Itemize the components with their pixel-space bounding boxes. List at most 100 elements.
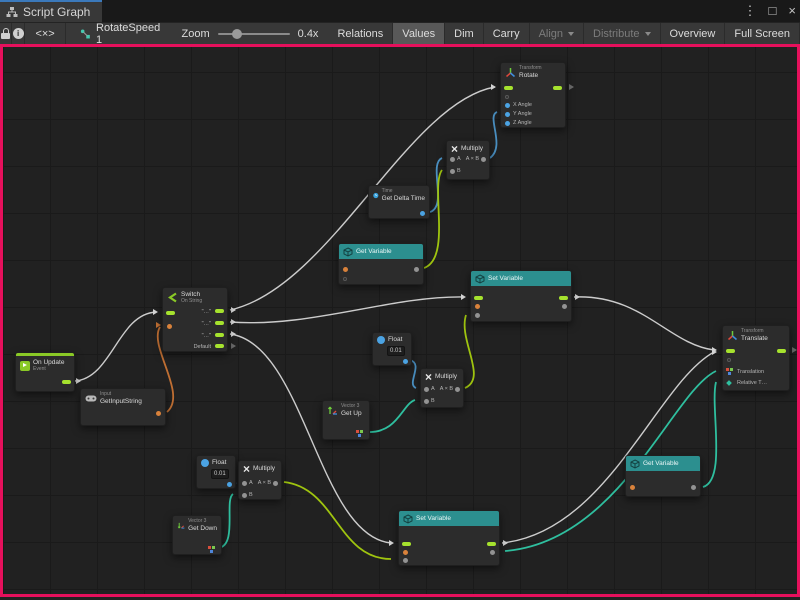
flow-input-port[interactable]: [166, 311, 175, 315]
toolbar-button-relations[interactable]: Relations: [328, 23, 393, 44]
node-vector3-get-up[interactable]: Vector 3 Get Up: [322, 400, 370, 440]
float-output-port[interactable]: [420, 211, 425, 216]
value-output-port[interactable]: [490, 550, 495, 555]
node-set-variable-mid[interactable]: Set Variable: [470, 270, 572, 322]
flow-output-port[interactable]: [62, 380, 71, 384]
default-output-port[interactable]: [215, 344, 224, 348]
toolbar-button-fullscreen[interactable]: Full Screen: [725, 23, 800, 44]
zoom-to-fit-button[interactable]: <×>: [25, 23, 66, 44]
flow-output-port[interactable]: [777, 349, 786, 353]
flow-output-port[interactable]: [559, 296, 568, 300]
value-input-port[interactable]: [403, 558, 408, 563]
vector3-output-port[interactable]: [208, 546, 217, 553]
value-output-port[interactable]: [562, 304, 567, 309]
name-input-port[interactable]: [630, 485, 635, 490]
node-float-bottom[interactable]: Float 0.01: [196, 455, 236, 489]
input-a-port[interactable]: [242, 481, 247, 486]
toolbar-button-carry[interactable]: Carry: [484, 23, 530, 44]
node-transform-rotate[interactable]: Transform Rotate X Angle Y Angle Z Angle: [500, 62, 566, 128]
wire-getup-multiply: [366, 400, 415, 432]
flow-input-port[interactable]: [474, 296, 483, 300]
node-transform-translate[interactable]: Transform Translate Translation Relative…: [722, 325, 790, 391]
cube-icon: [403, 514, 413, 524]
result-output-port[interactable]: [273, 481, 278, 486]
flow-input-port[interactable]: [726, 349, 735, 353]
cube-icon: [630, 459, 640, 469]
value-output-port[interactable]: [414, 267, 419, 272]
name-input-port[interactable]: [343, 267, 348, 272]
value-output-port[interactable]: [691, 485, 696, 490]
float-output-port[interactable]: [403, 359, 408, 364]
wire-setvariable-bottom-translate: [502, 352, 714, 543]
tab-bar: Script Graph ⋮ □ ×: [0, 0, 800, 22]
node-switch-on-string[interactable]: Switch On String "…" "…" "…" Default: [162, 287, 228, 352]
node-multiply-top[interactable]: × Multiply A B A × B: [446, 140, 490, 180]
result-output-port[interactable]: [481, 157, 486, 162]
node-multiply-mid[interactable]: × Multiply A B A × B: [420, 368, 464, 408]
flow-output-port[interactable]: [487, 542, 496, 546]
flow-input-port[interactable]: [402, 542, 411, 546]
tab-script-graph[interactable]: Script Graph: [0, 0, 102, 22]
z-angle-port[interactable]: [505, 121, 510, 126]
orange-arrowhead: [156, 322, 161, 328]
toolbar-button-align[interactable]: Align: [530, 23, 584, 44]
translation-port-icon[interactable]: [726, 368, 735, 375]
result-output-port[interactable]: [455, 387, 460, 392]
node-get-delta-time[interactable]: Time Get Delta Time: [368, 185, 430, 219]
zoom-slider[interactable]: [218, 33, 290, 35]
case-output-port[interactable]: [215, 321, 224, 325]
inspect-button[interactable]: [12, 23, 24, 44]
input-b-port[interactable]: [242, 493, 247, 498]
relative-to-port-icon[interactable]: [726, 380, 732, 386]
zoom-label: Zoom: [182, 28, 210, 40]
target-input-port[interactable]: [505, 95, 509, 99]
window-menu-icon[interactable]: ⋮: [744, 0, 757, 22]
input-b-port[interactable]: [450, 169, 455, 174]
window-close-icon[interactable]: ×: [788, 0, 796, 22]
breadcrumb[interactable]: RotateSpeed 1: [66, 23, 171, 44]
float-value-field[interactable]: 0.01: [387, 346, 405, 356]
case-output-port[interactable]: [215, 333, 224, 337]
node-set-variable-bottom[interactable]: Set Variable: [398, 510, 500, 566]
selector-input-port[interactable]: [167, 324, 172, 329]
node-on-update[interactable]: On Update Event: [15, 352, 75, 392]
node-multiply-bottom[interactable]: × Multiply A B A × B: [238, 460, 282, 500]
node-float-top[interactable]: Float 0.01: [372, 332, 412, 366]
lock-button[interactable]: [0, 23, 12, 44]
graph-canvas[interactable]: On Update Event Input GetInputString: [0, 44, 800, 597]
toolbar-button-distribute[interactable]: Distribute: [584, 23, 660, 44]
case-output-port[interactable]: [215, 309, 224, 313]
fallback-input-port[interactable]: [343, 277, 347, 281]
script-graph-icon: [6, 6, 18, 18]
vector3-output-port[interactable]: [356, 430, 365, 437]
multiply-icon: ×: [425, 372, 432, 382]
input-a-port[interactable]: [450, 157, 455, 162]
flow-input-port[interactable]: [504, 86, 513, 90]
float-value-field[interactable]: 0.01: [211, 469, 229, 479]
case-label: "…": [202, 334, 211, 340]
value-input-port[interactable]: [475, 313, 480, 318]
toolbar-button-dim[interactable]: Dim: [445, 23, 484, 44]
name-input-port[interactable]: [475, 304, 480, 309]
y-angle-port[interactable]: [505, 112, 510, 117]
string-output-port[interactable]: [156, 411, 161, 416]
input-a-port[interactable]: [424, 387, 429, 392]
zoom-slider-handle[interactable]: [232, 29, 242, 39]
target-input-port[interactable]: [727, 358, 731, 362]
flow-output-port[interactable]: [553, 86, 562, 90]
float-output-port[interactable]: [227, 482, 232, 487]
clock-icon: [373, 190, 379, 201]
input-b-port[interactable]: [424, 399, 429, 404]
toolbar-button-values[interactable]: Values: [393, 23, 445, 44]
node-get-variable-bottom-right[interactable]: Get Variable: [625, 455, 701, 497]
x-angle-port[interactable]: [505, 103, 510, 108]
branch-icon: [167, 292, 178, 303]
window-maximize-icon[interactable]: □: [769, 0, 777, 22]
name-input-port[interactable]: [403, 550, 408, 555]
node-vector3-get-down[interactable]: Vector 3 Get Down: [172, 515, 222, 555]
script-graph-window: Script Graph ⋮ □ × <×> RotateSpeed 1 Zo: [0, 0, 800, 600]
zoom-value: 0.4x: [298, 28, 319, 40]
toolbar-button-overview[interactable]: Overview: [661, 23, 726, 44]
node-get-input-string[interactable]: Input GetInputString: [80, 388, 166, 426]
node-get-variable-top[interactable]: Get Variable: [338, 243, 424, 285]
